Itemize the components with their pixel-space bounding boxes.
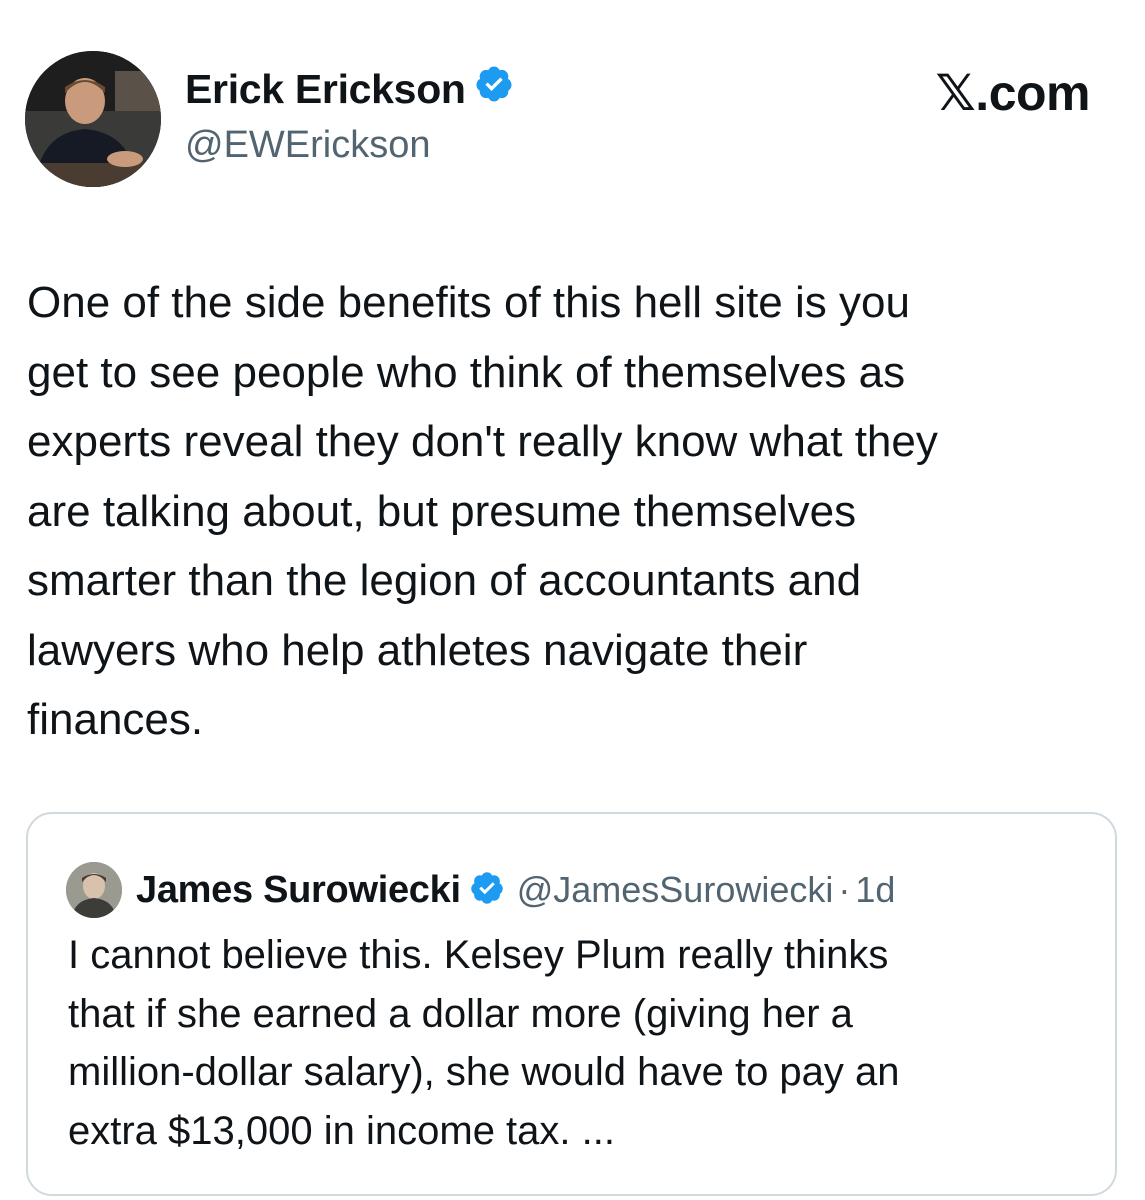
quoted-tweet-line: extra $13,000 in income tax. ... xyxy=(68,1108,615,1153)
tweet-line: are talking about, but presume themselve… xyxy=(27,486,857,536)
meta-separator: · xyxy=(838,869,851,910)
x-logo-text: .com xyxy=(975,65,1090,121)
tweet-line: lawyers who help athletes navigate their xyxy=(27,625,808,675)
author-name[interactable]: Erick Erickson xyxy=(185,66,466,113)
quoted-tweet-header: James Surowiecki @JamesSurowiecki · 1d xyxy=(66,862,895,918)
author-name-row[interactable]: Erick Erickson xyxy=(185,64,514,114)
verified-badge-icon xyxy=(469,870,505,911)
quoted-tweet-line: million-dollar salary), she would have t… xyxy=(68,1050,900,1094)
quoted-tweet-text: I cannot believe this. Kelsey Plum reall… xyxy=(68,926,900,1160)
tweet-line: finances. xyxy=(27,695,204,744)
verified-badge-icon xyxy=(474,64,514,114)
x-logo: 𝕏.com xyxy=(936,64,1091,122)
tweet-line: smarter than the legion of accountants a… xyxy=(27,556,862,605)
tweet-line: One of the side benefits of this hell si… xyxy=(27,278,910,327)
quoted-author-handle[interactable]: @JamesSurowiecki xyxy=(517,869,834,911)
author-handle[interactable]: @EWErickson xyxy=(185,124,431,167)
quoted-tweet-line: I cannot believe this. Kelsey Plum reall… xyxy=(68,933,889,977)
quoted-tweet-card[interactable]: James Surowiecki @JamesSurowiecki · 1d I… xyxy=(26,812,1117,1196)
avatar-photo xyxy=(25,51,161,187)
tweet-text: One of the side benefits of this hell si… xyxy=(27,268,1122,755)
tweet-line: experts reveal they don't really know wh… xyxy=(27,417,938,466)
quoted-avatar-photo xyxy=(66,862,122,918)
tweet-line: get to see people who think of themselve… xyxy=(27,347,906,397)
quoted-tweet-timestamp[interactable]: 1d xyxy=(855,869,895,911)
x-mark-icon: 𝕏 xyxy=(935,64,976,122)
quoted-author-avatar[interactable] xyxy=(66,862,122,918)
author-avatar[interactable] xyxy=(25,51,161,187)
quoted-author-name[interactable]: James Surowiecki xyxy=(136,869,461,912)
quoted-tweet-line: that if she earned a dollar more (giving… xyxy=(68,991,853,1036)
